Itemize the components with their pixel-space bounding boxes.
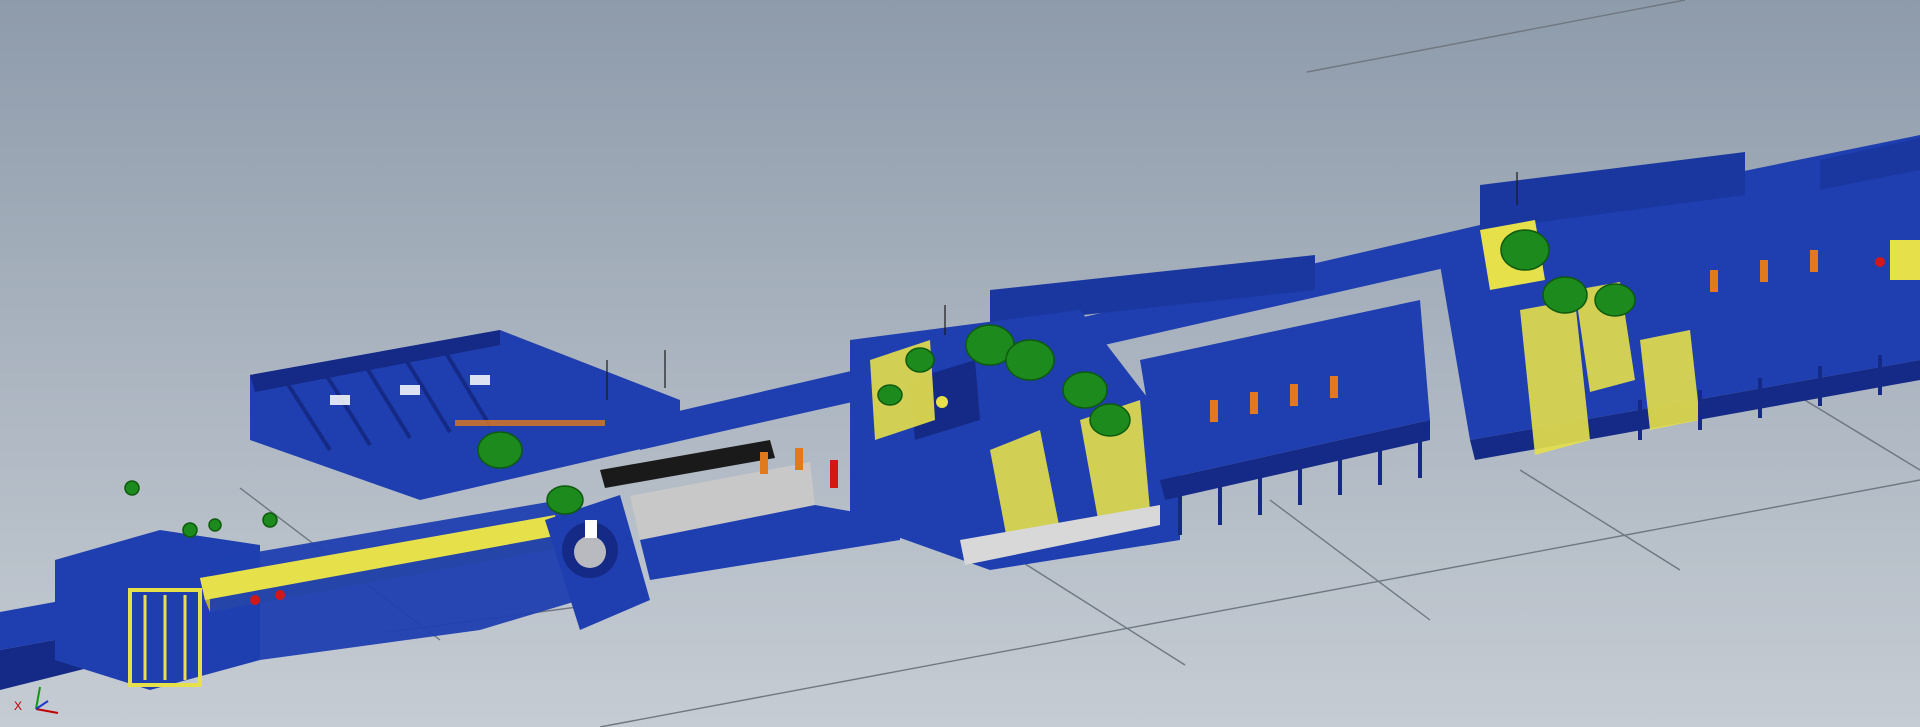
mid-conveyor-bed xyxy=(1140,300,1430,535)
x-axis-icon xyxy=(35,708,59,714)
orientation-triad[interactable]: X xyxy=(14,679,62,719)
yellow-feed-beam xyxy=(200,500,580,660)
cad-3d-viewport[interactable]: X xyxy=(0,0,1920,727)
production-line-model[interactable] xyxy=(0,0,1920,727)
x-axis-label: X xyxy=(14,699,23,713)
